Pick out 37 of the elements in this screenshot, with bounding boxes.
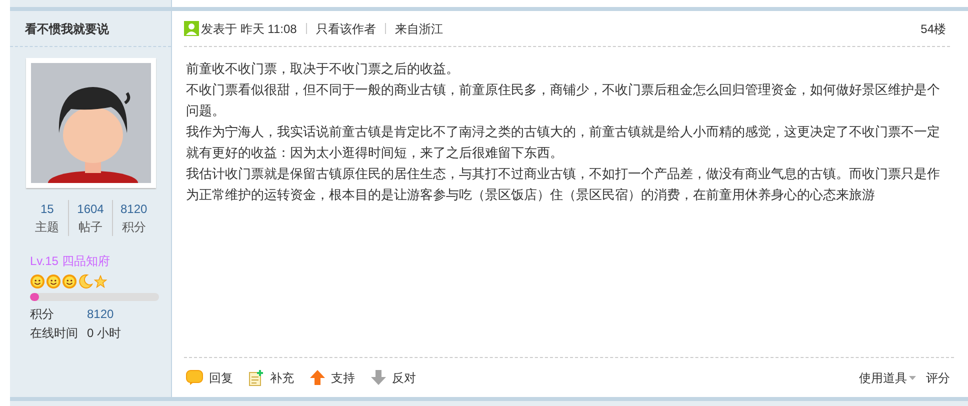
arrow-down-icon xyxy=(371,370,386,385)
post-action-button[interactable]: 支持 xyxy=(310,368,355,386)
speech-bubble-icon xyxy=(186,370,203,385)
post-action-button[interactable]: 回复 xyxy=(186,368,233,386)
post-meta: 来自浙江 xyxy=(394,20,443,38)
note-plus-icon xyxy=(249,370,264,386)
stat-label: 主题 xyxy=(35,219,60,236)
post-action-button[interactable]: 反对 xyxy=(371,368,416,386)
post-paragraph: 我作为宁海人，我实话说前童古镇是肯定比不了南浔之类的古镇大的，前童古镇就是给人小而精的感觉，这更决定了不收门票不一定就有更好的收益：因为太小逛得时间短，来了之后很难留下东西。 xyxy=(186,124,940,163)
star-icon xyxy=(94,275,107,288)
rate-button[interactable]: 评分 xyxy=(926,368,950,386)
post-paragraph: 我估计收门票就是保留古镇原住民的居住生态，与其打不过商业古镇，不如打一个产品差，做没有商业气息的古镇。而收门票只是作为正常维护的运转资金，根本目的是让游客参与吃（景区饭店）住（景区民宿）的消费，在前童用休养身心的心态来旅游 xyxy=(186,166,940,205)
detail-label: 在线时间 xyxy=(30,325,79,342)
stat-label: 积分 xyxy=(122,219,146,236)
detail-value: 8120 xyxy=(87,306,114,323)
post-meta: 发表于 昨天 11:08 xyxy=(201,20,297,38)
detail-label: 积分 xyxy=(30,306,55,323)
moon-icon xyxy=(78,274,93,289)
rank-title: Lv.15 四品知府 xyxy=(30,254,110,268)
author-name[interactable]: 看不惯我就要说 xyxy=(25,20,109,38)
post-action-button[interactable]: 补充 xyxy=(249,368,294,386)
user-icon xyxy=(184,21,199,36)
stat-value[interactable]: 1604 xyxy=(77,200,104,218)
smiley-sun-icon xyxy=(30,274,45,289)
smiley-sun-icon xyxy=(62,274,77,289)
arrow-up-icon xyxy=(310,370,325,385)
stat-value[interactable]: 8120 xyxy=(120,200,148,218)
stat-value[interactable]: 15 xyxy=(40,200,54,218)
floor-number[interactable]: 54楼 xyxy=(920,20,950,38)
stat-label: 帖子 xyxy=(78,219,102,236)
caret-icon xyxy=(909,376,916,380)
detail-value: 0 小时 xyxy=(87,325,122,342)
tools-dropdown[interactable]: 使用道具 xyxy=(859,368,916,386)
smiley-sun-icon xyxy=(46,274,61,289)
post-meta: 只看该作者 xyxy=(316,20,376,38)
post-paragraph: 不收门票看似很甜，但不同于一般的商业古镇，前童原住民多，商铺少，不收门票后租金怎么回归管理资金，如何做好景区维护是个问题。 xyxy=(186,82,940,121)
post-paragraph: 前童收不收门票，取决于不收门票之后的收益。 xyxy=(186,61,460,79)
